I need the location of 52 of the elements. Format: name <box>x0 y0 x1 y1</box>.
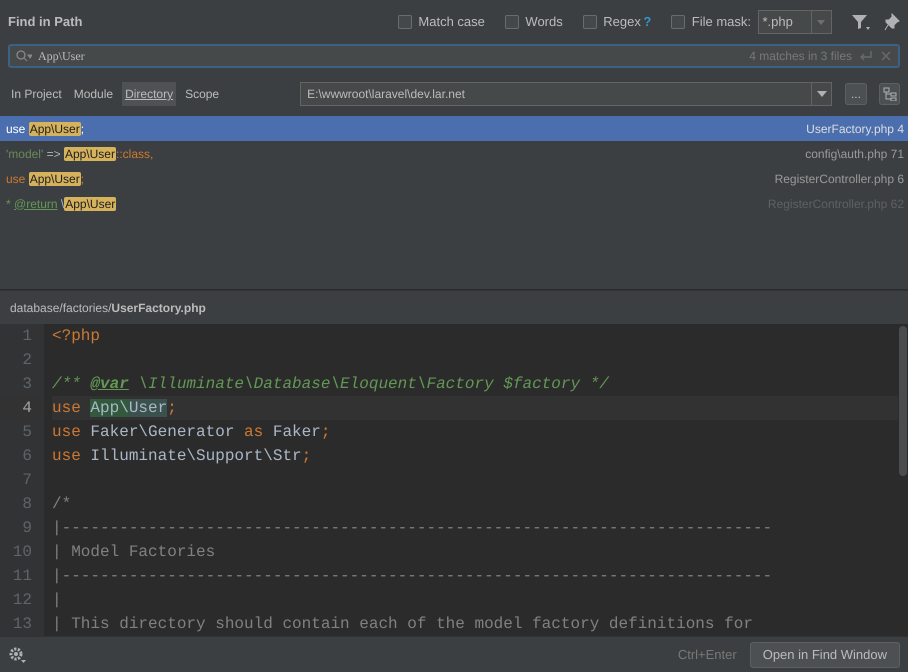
result-row[interactable]: 'model' => App\User::class, config\auth.php 71 <box>0 141 908 166</box>
open-in-find-window-button[interactable]: Open in Find Window <box>750 642 900 668</box>
file-mask-field[interactable]: *.php <box>758 10 832 34</box>
code-line: | <box>52 591 62 609</box>
window-title: Find in Path <box>8 13 82 32</box>
code-line: /* <box>52 495 72 513</box>
browse-button[interactable]: ... <box>844 83 867 105</box>
scope-tab[interactable]: Module <box>70 82 116 106</box>
file-location: config\auth.php 71 <box>805 146 904 162</box>
option-label[interactable]: File mask: <box>692 12 751 32</box>
filter-icon[interactable] <box>851 13 871 31</box>
newline-icon[interactable] <box>858 50 874 62</box>
code-line: |-------------------------------------------------------------------------- <box>52 519 772 537</box>
directory-field[interactable]: E:\wwwroot\laravel\dev.lar.net <box>300 82 832 106</box>
code-line: <?php <box>52 327 100 345</box>
close-icon[interactable] <box>880 50 892 62</box>
code-line: | This directory should contain each of the model factory definitions for <box>52 615 753 633</box>
scope-tab[interactable]: In Project <box>8 82 65 106</box>
checkbox[interactable] <box>582 15 597 29</box>
code-line: use Illuminate\Support\Str; <box>52 447 312 465</box>
scope-tab[interactable]: Scope <box>182 82 222 106</box>
search-icon[interactable] <box>16 50 32 62</box>
scope-tab[interactable]: Directory <box>122 82 176 106</box>
file-path: database/factories/UserFactory.php <box>10 300 206 316</box>
file-location: UserFactory.php 4 <box>806 120 904 138</box>
code-snippet: * @return \App\User <box>6 196 116 212</box>
result-row[interactable]: use App\User; RegisterController.php 6 <box>0 166 908 191</box>
file-location: RegisterController.php 6 <box>774 170 904 188</box>
code-snippet: 'model' => App\User::class, <box>6 146 154 162</box>
option-label[interactable]: Match case <box>418 12 485 32</box>
tree-button[interactable] <box>879 83 900 105</box>
code-line: | Model Factories <box>52 543 216 561</box>
checkbox[interactable] <box>398 15 412 29</box>
shortcut-hint: Ctrl+Enter <box>678 646 737 664</box>
option-label[interactable]: Words <box>525 12 563 32</box>
checkbox[interactable] <box>504 15 519 29</box>
pin-icon[interactable] <box>884 13 900 31</box>
tree-icon[interactable] <box>882 87 897 101</box>
caret-icon[interactable] <box>817 20 825 24</box>
code-line: use App\User; <box>52 399 177 417</box>
help-icon[interactable]: ? <box>643 12 652 32</box>
caret-icon[interactable] <box>816 91 827 97</box>
checkbox[interactable] <box>671 15 686 29</box>
code-line: use Faker\Generator as Faker; <box>52 423 330 441</box>
code-snippet: use App\User; <box>6 170 84 188</box>
result-row[interactable]: use App\User; UserFactory.php 4 <box>0 116 908 141</box>
code-line: /** @var \Illuminate\Database\Eloquent\Factory $factory */ <box>52 375 609 393</box>
code-snippet: use App\User; <box>6 120 84 138</box>
code-line: |-------------------------------------------------------------------------- <box>52 567 772 585</box>
settings-icon[interactable] <box>8 646 26 664</box>
option-label[interactable]: Regex <box>603 12 641 32</box>
scrollbar[interactable] <box>899 326 907 476</box>
